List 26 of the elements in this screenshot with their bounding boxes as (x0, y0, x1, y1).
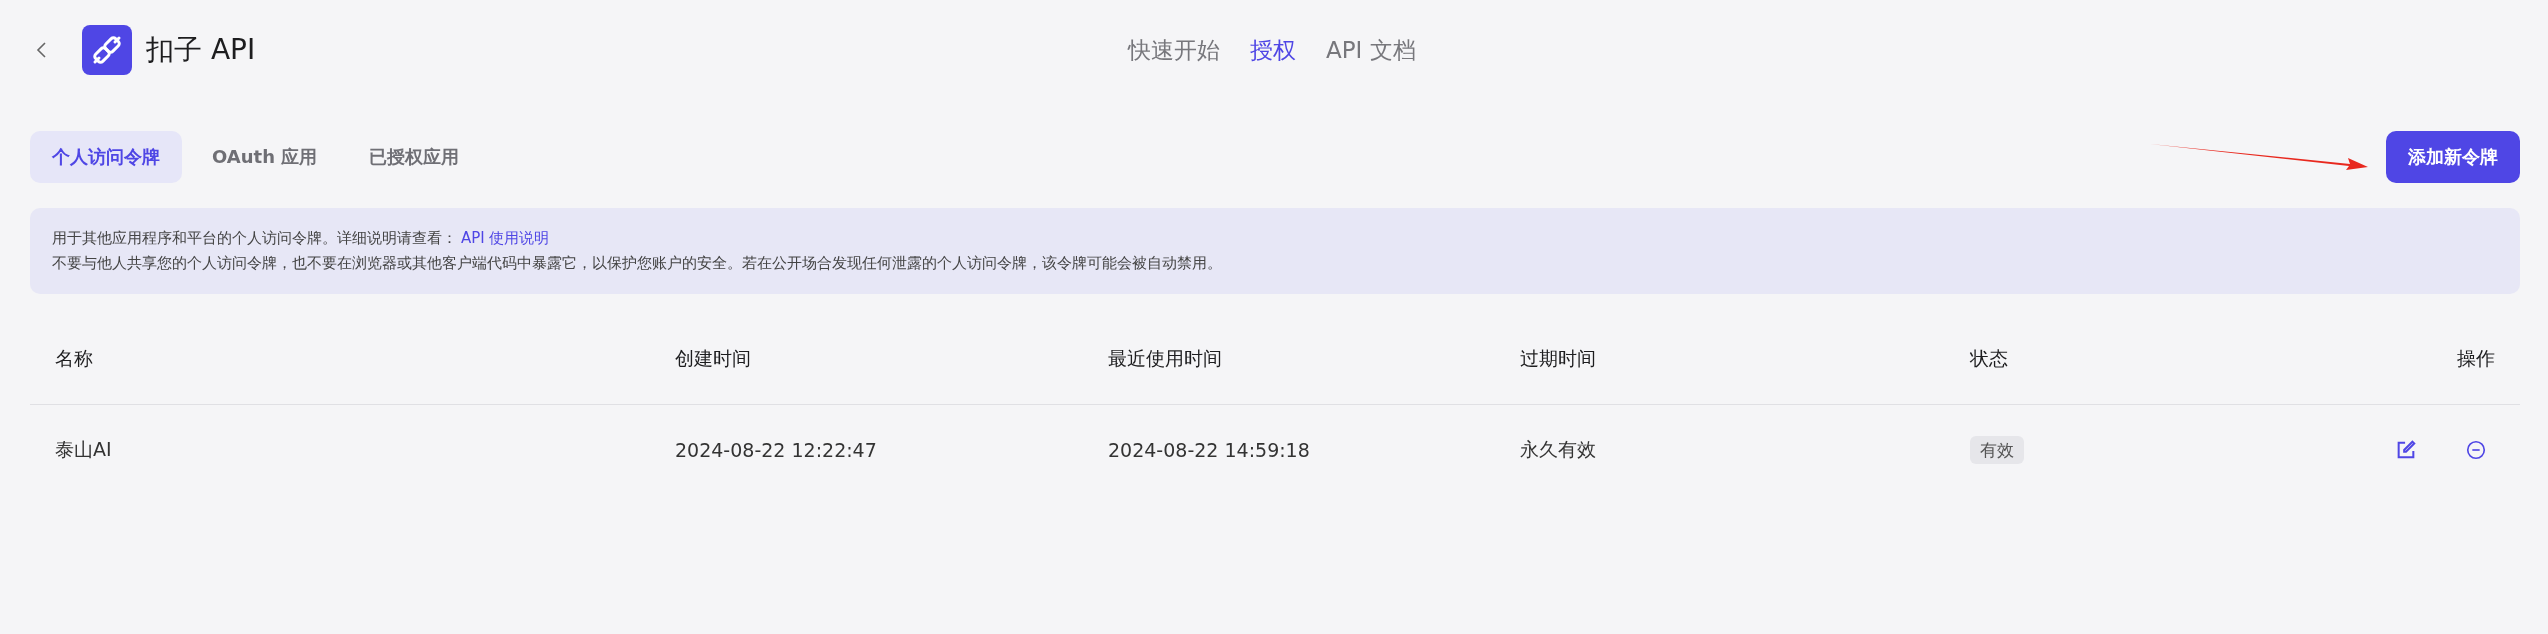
table-cell-text: 永久有效 (1520, 437, 1597, 462)
notice-text: 不要与他人共享您的个人访问令牌，也不要在浏览器或其他客户端代码中暴露它，以保护您账户的安全。若在公开场合发现任何泄露的个人访问令牌，该令牌可能会被自动禁用。 (52, 254, 1222, 272)
add-token-button[interactable]: 添加新令牌 (2386, 131, 2520, 183)
app-title: 扣子 API (146, 32, 256, 68)
tab[interactable]: 已授权应用 (347, 131, 482, 183)
column-header: 过期时间 (1520, 346, 1597, 371)
table-cell-text: 2024-08-22 14:59:18 (1108, 439, 1311, 461)
column-header: 创建时间 (675, 346, 752, 371)
nav-link[interactable]: API 文档 (1326, 34, 1416, 66)
table-cell-text: 2024-08-22 12:22:47 (675, 439, 878, 461)
edit-icon[interactable] (2395, 439, 2417, 461)
nav-link[interactable]: 授权 (1250, 34, 1296, 66)
table-cell-text: 泰山AI (55, 437, 113, 462)
api-usage-link[interactable]: API 使用说明 (461, 229, 550, 247)
plug-icon (82, 25, 132, 75)
tab[interactable]: OAuth 应用 (190, 131, 340, 183)
column-header: 状态 (1970, 346, 2009, 371)
nav-link[interactable]: 快速开始 (1128, 34, 1220, 66)
minus-circle-icon[interactable] (2465, 439, 2487, 461)
column-header: 名称 (55, 346, 94, 371)
back-icon[interactable] (36, 40, 48, 60)
status-badge: 有效 (1970, 436, 2024, 464)
tab[interactable]: 个人访问令牌 (30, 131, 182, 183)
notice-text: 用于其他应用程序和平台的个人访问令牌。详细说明请查看： (52, 229, 457, 247)
column-header: 最近使用时间 (1108, 346, 1223, 371)
column-header: 操作 (2457, 346, 2495, 371)
